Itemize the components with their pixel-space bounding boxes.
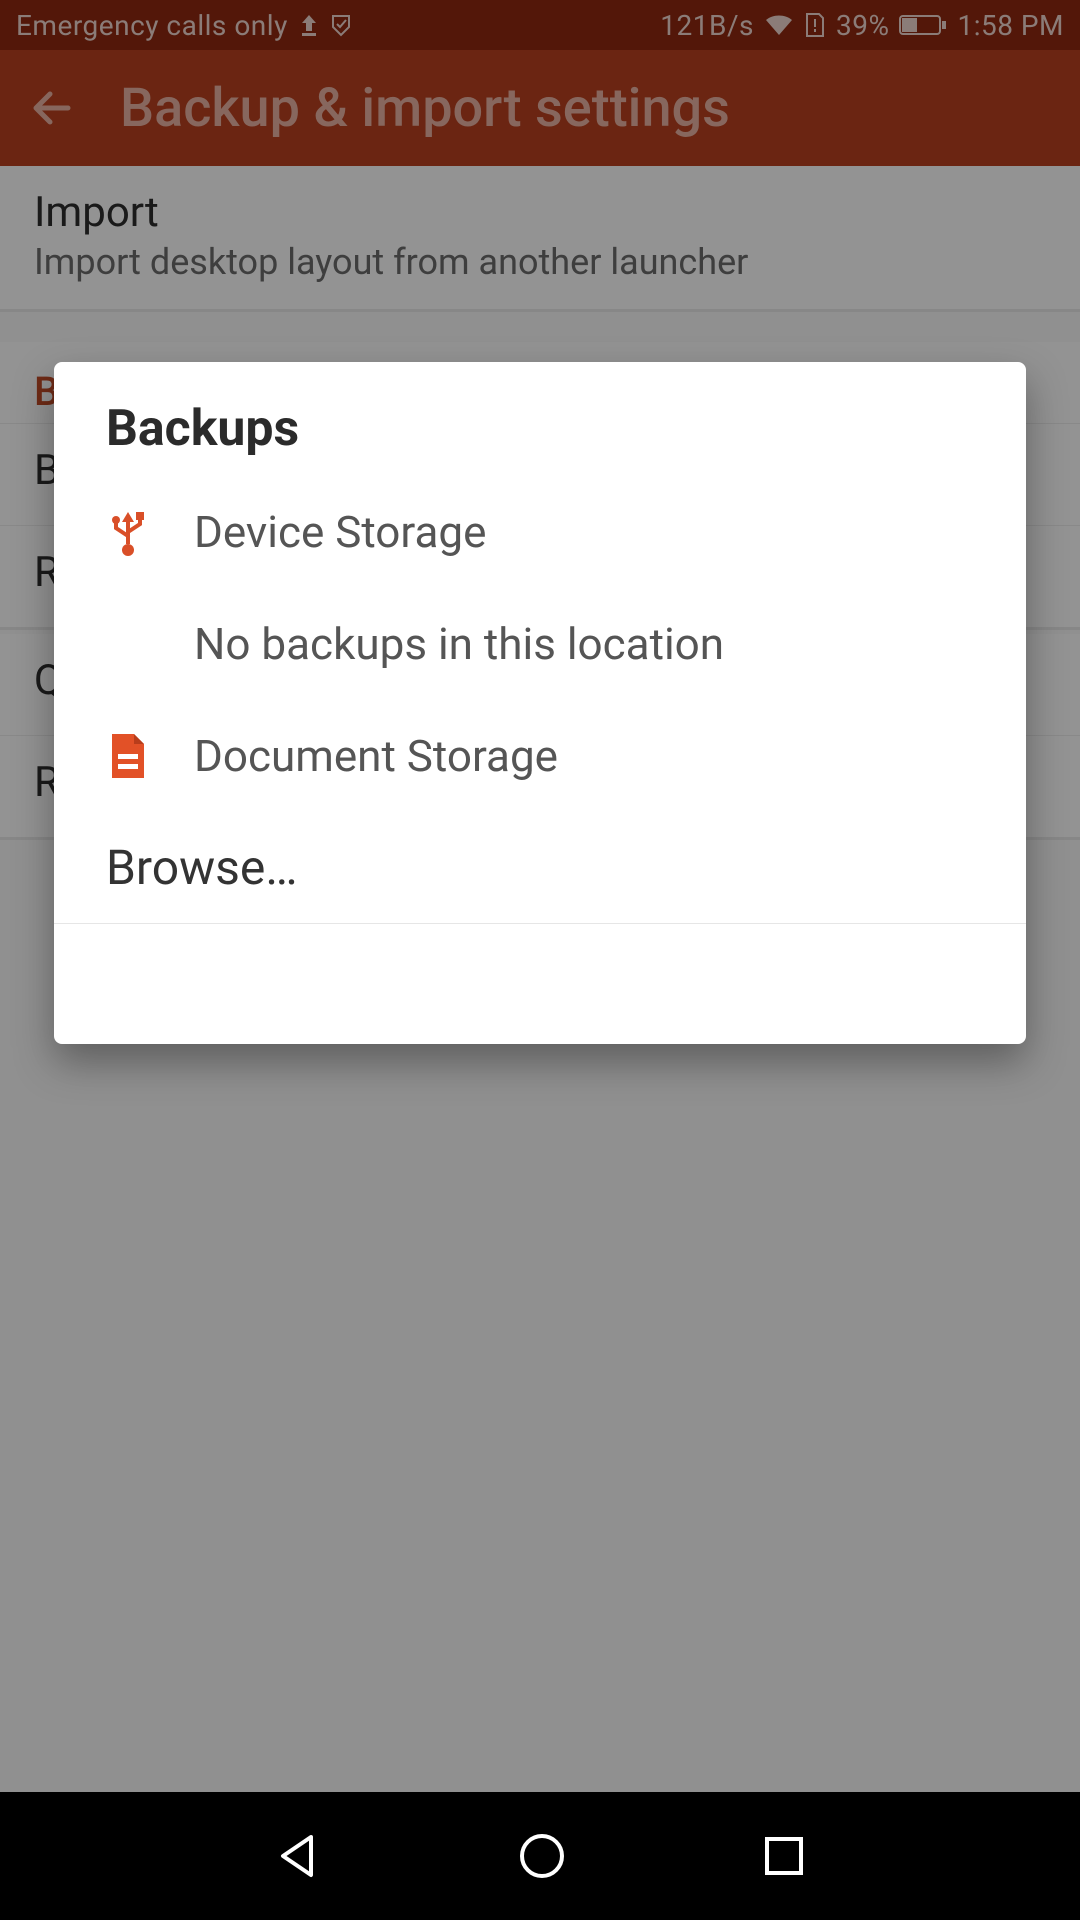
device-storage-label: Device Storage [194,506,486,558]
row-device-storage[interactable]: Device Storage [54,476,1026,588]
document-icon [106,732,150,780]
row-browse[interactable]: Browse… [54,812,1026,924]
backups-dialog: Backups Device Storage No backups in thi… [54,362,1026,1044]
browse-label: Browse… [106,839,297,896]
nav-recents-button[interactable] [759,1831,809,1881]
nav-back-button[interactable] [271,1829,325,1883]
row-document-storage[interactable]: Document Storage [54,700,1026,812]
dialog-title: Backups [54,400,1026,476]
row-no-backups: No backups in this location [54,588,1026,700]
android-navbar [0,1792,1080,1920]
document-storage-label: Document Storage [194,730,558,782]
no-backups-label: No backups in this location [194,618,724,670]
nav-home-button[interactable] [515,1829,569,1883]
dialog-bottom-space [54,924,1026,1044]
usb-icon [106,506,150,558]
